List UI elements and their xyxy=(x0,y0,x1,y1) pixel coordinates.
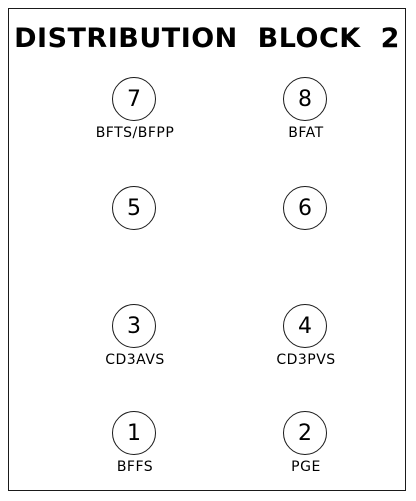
terminal-4-number: 4 xyxy=(283,304,327,348)
terminal-2-number: 2 xyxy=(283,411,327,455)
terminal-7-label: BFTS/BFPP xyxy=(95,125,175,141)
terminal-4-label: CD3PVS xyxy=(276,352,336,368)
block-title: DISTRIBUTION BLOCK 2 xyxy=(14,23,400,54)
terminal-1: 1 BFFS xyxy=(65,411,205,501)
terminal-8: 8 BFAT xyxy=(236,77,376,167)
terminal-1-number: 1 xyxy=(112,411,156,455)
terminal-2: 2 PGE xyxy=(236,411,376,501)
terminal-2-label: PGE xyxy=(291,459,321,475)
terminal-8-label: BFAT xyxy=(288,125,324,141)
terminal-3: 3 CD3AVS xyxy=(65,304,205,394)
terminal-7-number: 7 xyxy=(112,77,156,121)
terminal-6: 6 xyxy=(236,186,376,276)
distribution-block-panel: DISTRIBUTION BLOCK 2 7 BFTS/BFPP 8 BFAT … xyxy=(8,8,406,491)
terminal-4: 4 CD3PVS xyxy=(236,304,376,394)
terminal-5: 5 xyxy=(65,186,205,276)
terminal-1-label: BFFS xyxy=(116,459,154,475)
terminal-8-number: 8 xyxy=(283,77,327,121)
terminal-7: 7 BFTS/BFPP xyxy=(65,77,205,167)
terminal-6-number: 6 xyxy=(283,186,327,230)
terminal-5-number: 5 xyxy=(112,186,156,230)
terminal-3-number: 3 xyxy=(112,304,156,348)
terminal-3-label: CD3AVS xyxy=(105,352,165,368)
